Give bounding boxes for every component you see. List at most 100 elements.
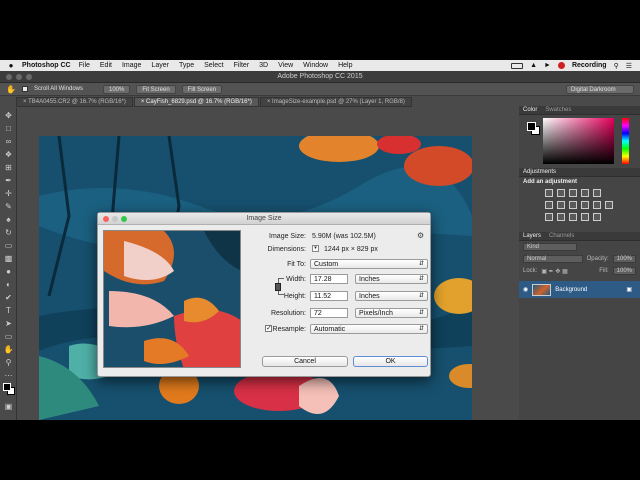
foreground-color-swatch[interactable] (3, 383, 11, 391)
dialog-minimize-button[interactable] (112, 216, 118, 222)
constrain-proportions-icon[interactable] (275, 283, 281, 291)
shape-tool-icon[interactable]: ▭ (3, 331, 14, 342)
resolution-input[interactable]: 72 (310, 308, 348, 318)
apple-menu-icon[interactable]: ● (6, 61, 16, 70)
blend-mode-dropdown[interactable]: Normal (523, 255, 583, 263)
more-tools-icon[interactable]: ⋯ (3, 370, 14, 381)
resolution-unit-dropdown[interactable]: Pixels/Inch ⇵ (355, 308, 428, 318)
workspace-dropdown[interactable]: Digital Darkroom (566, 85, 634, 94)
color-balance-adjust-icon[interactable] (557, 201, 565, 209)
bw-adjust-icon[interactable] (569, 201, 577, 209)
ok-button[interactable]: OK (353, 356, 428, 367)
fill-screen-button[interactable]: Fill Screen (181, 84, 223, 94)
resample-dropdown[interactable]: Automatic ⇵ (310, 324, 428, 334)
stamp-tool-icon[interactable]: ♠ (3, 214, 14, 225)
hand-tool-icon[interactable]: ✋ (3, 344, 14, 355)
healing-tool-icon[interactable]: ✛ (3, 188, 14, 199)
gradient-tool-icon[interactable]: ▩ (3, 253, 14, 264)
zoom-window-button[interactable] (26, 74, 32, 80)
panel-foreground-swatch[interactable] (527, 122, 536, 131)
menu-file[interactable]: File (79, 62, 90, 69)
type-tool-icon[interactable]: T (3, 305, 14, 316)
menu-select[interactable]: Select (204, 62, 223, 69)
menu-layer[interactable]: Layer (151, 62, 169, 69)
volume-icon[interactable]: ► (544, 62, 551, 69)
gradient-map-adjust-icon[interactable] (581, 213, 589, 221)
layer-row-background[interactable]: ◉ Background ▣ (519, 281, 640, 298)
eyedropper-tool-icon[interactable]: ✒ (3, 175, 14, 186)
threshold-adjust-icon[interactable] (569, 213, 577, 221)
menu-3d[interactable]: 3D (259, 62, 268, 69)
menu-image[interactable]: Image (122, 62, 141, 69)
fit-screen-button[interactable]: Fit Screen (136, 84, 176, 94)
menu-filter[interactable]: Filter (234, 62, 250, 69)
dialog-close-button[interactable] (103, 216, 109, 222)
exposure-adjust-icon[interactable] (581, 189, 589, 197)
color-lookup-adjust-icon[interactable] (605, 201, 613, 209)
posterize-adjust-icon[interactable] (557, 213, 565, 221)
settings-gear-icon[interactable]: ⚙ (417, 231, 424, 240)
zoom-100-button[interactable]: 100% (102, 84, 131, 94)
quick-mask-icon[interactable]: ▣ (3, 401, 14, 412)
crop-tool-icon[interactable]: ⊞ (3, 162, 14, 173)
scroll-all-checkbox[interactable] (21, 86, 28, 92)
eraser-tool-icon[interactable]: ▭ (3, 240, 14, 251)
marquee-tool-icon[interactable]: □ (3, 123, 14, 134)
lock-icons[interactable]: ▣ ✒ ✥ ▦ (541, 268, 567, 275)
spotlight-icon[interactable]: ⚲ (614, 62, 619, 70)
vibrance-adjust-icon[interactable] (593, 189, 601, 197)
tab-doc-2[interactable]: × CayFish_6829.psd @ 16.7% (RGB/16*) (133, 97, 259, 107)
menu-help[interactable]: Help (338, 62, 352, 69)
menu-view[interactable]: View (278, 62, 293, 69)
eye-visibility-icon[interactable]: ◉ (523, 286, 528, 293)
history-brush-icon[interactable]: ↻ (3, 227, 14, 238)
width-unit-dropdown[interactable]: Inches ⇵ (355, 274, 428, 284)
dialog-zoom-button[interactable] (121, 216, 127, 222)
levels-adjust-icon[interactable] (557, 189, 565, 197)
hue-sat-adjust-icon[interactable] (545, 201, 553, 209)
fit-to-dropdown[interactable]: Custom ⇵ (310, 259, 428, 269)
width-input[interactable]: 17.28 (310, 274, 348, 284)
tab-channels[interactable]: Channels (549, 233, 574, 239)
brush-tool-icon[interactable]: ✎ (3, 201, 14, 212)
close-window-button[interactable] (6, 74, 12, 80)
invert-adjust-icon[interactable] (545, 213, 553, 221)
cancel-button[interactable]: Cancel (262, 356, 348, 367)
blur-tool-icon[interactable]: ● (3, 266, 14, 277)
channel-mixer-adjust-icon[interactable] (593, 201, 601, 209)
pen-tool-icon[interactable]: ✔ (3, 292, 14, 303)
opacity-field[interactable]: 100% (612, 255, 636, 263)
dimensions-unit-toggle-icon[interactable]: ▾ (312, 245, 319, 252)
hue-slider[interactable] (622, 118, 629, 164)
app-menu[interactable]: Photoshop CC (22, 62, 71, 69)
quick-select-tool-icon[interactable]: ❖ (3, 149, 14, 160)
curves-adjust-icon[interactable] (569, 189, 577, 197)
image-preview[interactable] (103, 230, 241, 368)
selective-color-adjust-icon[interactable] (593, 213, 601, 221)
battery-icon[interactable] (511, 62, 524, 69)
brightness-adjust-icon[interactable] (545, 189, 553, 197)
minimize-window-button[interactable] (16, 74, 22, 80)
move-tool-icon[interactable]: ✥ (3, 110, 14, 121)
layer-kind-filter[interactable]: Kind (523, 243, 577, 251)
path-select-tool-icon[interactable]: ➤ (3, 318, 14, 329)
tab-doc-1[interactable]: × TB4A0455.CR2 @ 16.7% (RGB/16*) (16, 97, 133, 107)
tab-color[interactable]: Color (523, 107, 537, 113)
height-input[interactable]: 11.52 (310, 291, 348, 301)
zoom-tool-icon[interactable]: ⚲ (3, 357, 14, 368)
color-picker-field[interactable] (543, 118, 614, 164)
tab-adjustments[interactable]: Adjustments (523, 169, 556, 175)
menu-edit[interactable]: Edit (100, 62, 112, 69)
lasso-tool-icon[interactable]: ∞ (3, 136, 14, 147)
menu-list-icon[interactable]: ☰ (626, 62, 632, 70)
tab-layers[interactable]: Layers (523, 233, 541, 239)
menu-window[interactable]: Window (303, 62, 328, 69)
menu-type[interactable]: Type (179, 62, 194, 69)
tab-doc-3[interactable]: × ImageSize-example.psd @ 27% (Layer 1, … (259, 97, 412, 107)
height-unit-dropdown[interactable]: Inches ⇵ (355, 291, 428, 301)
wifi-icon[interactable]: ▲ (530, 62, 537, 69)
photo-filter-adjust-icon[interactable] (581, 201, 589, 209)
fill-field[interactable]: 100% (612, 267, 636, 275)
dodge-tool-icon[interactable]: ◐ (3, 279, 14, 290)
tab-swatches[interactable]: Swatches (545, 107, 571, 113)
